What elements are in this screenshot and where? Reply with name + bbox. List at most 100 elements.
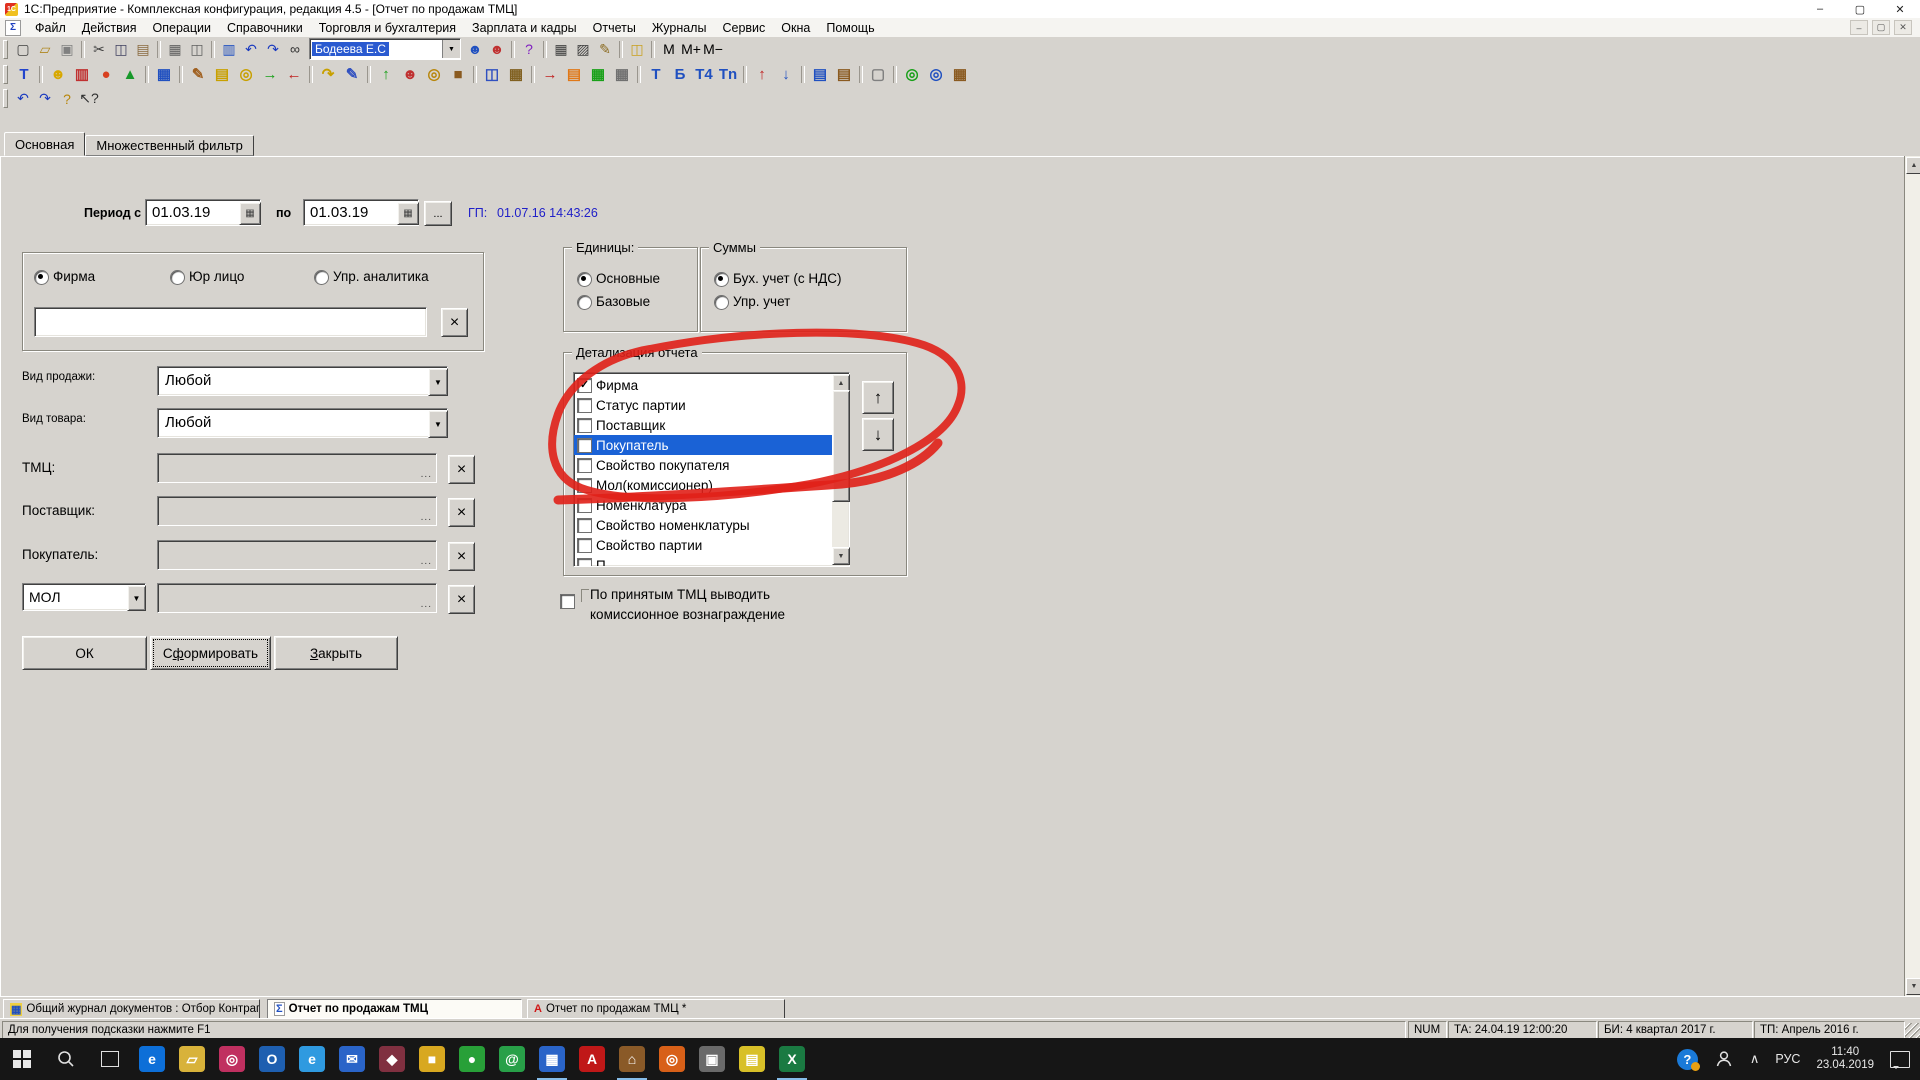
checkbox[interactable] (577, 538, 592, 553)
commission-checkbox[interactable] (560, 594, 575, 609)
ok-button[interactable]: ОК (22, 636, 147, 670)
radio-accounting-vat[interactable] (714, 272, 729, 287)
ellipsis-button[interactable]: ... (421, 599, 432, 610)
start-button[interactable] (0, 1038, 44, 1080)
toolbar-icon[interactable] (859, 66, 863, 83)
scroll-up-icon[interactable]: ▲ (1906, 157, 1920, 174)
radio-firm[interactable] (34, 270, 49, 285)
toolbar-icon[interactable]: ✎ (186, 63, 210, 85)
toolbar-icon[interactable] (39, 66, 43, 83)
tmc-input[interactable]: ... (157, 453, 437, 483)
toolbar-icon[interactable]: ? (56, 89, 78, 109)
mdi-restore-button[interactable]: ▢ (1872, 20, 1890, 35)
mdi-tab-journal[interactable]: ▦ Общий журнал документов : Отбор Контра… (3, 999, 260, 1019)
scrollbar-thumb[interactable] (832, 390, 850, 502)
toolbar-icon[interactable]: ▥ (218, 39, 240, 59)
chevron-down-icon[interactable]: ▼ (442, 40, 460, 58)
toolbar-icon[interactable]: ▢ (866, 63, 890, 85)
detail-list-scrollbar[interactable]: ▲ ▼ (832, 374, 848, 565)
taskbar-app-icon[interactable]: ✉ (332, 1038, 372, 1080)
toolbar-icon[interactable]: ◫ (110, 39, 132, 59)
toolbar-icon[interactable] (743, 66, 747, 83)
mdi-tab-report-2[interactable]: A Отчет по продажам ТМЦ * (527, 999, 785, 1019)
checkbox[interactable] (577, 518, 592, 533)
toolbar-icon[interactable]: Т (12, 63, 36, 85)
detail-list-item[interactable]: П (574, 555, 849, 567)
toolbar-icon[interactable]: ◎ (900, 63, 924, 85)
checkbox[interactable] (577, 458, 592, 473)
sale-kind-combo[interactable]: Любой (157, 366, 448, 396)
toolbar-icon[interactable]: ☻ (486, 39, 508, 59)
menu-item[interactable]: Файл (27, 18, 74, 37)
detail-list-item[interactable]: Поставщик (574, 415, 849, 435)
toolbar-icon[interactable] (145, 66, 149, 83)
taskbar-app-icon[interactable]: ▦ (532, 1038, 572, 1080)
toolbar-icon[interactable]: ▱ (34, 39, 56, 59)
taskbar-app-icon[interactable]: ▤ (732, 1038, 772, 1080)
taskbar-clock[interactable]: 11:40 23.04.2019 (1816, 1046, 1874, 1072)
taskbar-app-icon[interactable]: O (252, 1038, 292, 1080)
toolbar-icon[interactable] (637, 66, 641, 83)
toolbar-icon[interactable]: М+ (680, 39, 702, 59)
menu-item[interactable]: Операции (145, 18, 219, 37)
calendar-icon[interactable]: ▦ (239, 202, 261, 225)
mdi-tab-report-active[interactable]: Σ Отчет по продажам ТМЦ (267, 999, 522, 1019)
tray-chevron-icon[interactable]: ∧ (1750, 1051, 1760, 1067)
toolbar-icon[interactable] (367, 66, 371, 83)
toolbar-icon[interactable]: Т (644, 63, 668, 85)
menu-item[interactable]: Отчеты (585, 18, 644, 37)
taskbar-app-icon[interactable]: ◆ (372, 1038, 412, 1080)
people-icon[interactable] (1714, 1049, 1734, 1069)
toolbar-icon[interactable]: ▦ (550, 39, 572, 59)
menu-item[interactable]: Сервис (714, 18, 773, 37)
help-notification-icon[interactable]: ? (1677, 1049, 1698, 1070)
toolbar-icon[interactable]: ↓ (774, 63, 798, 85)
toolbar-icon[interactable]: ↑ (374, 63, 398, 85)
buyer-input[interactable]: ... (157, 540, 437, 570)
tmc-clear-button[interactable]: × (448, 455, 475, 484)
supplier-clear-button[interactable]: × (448, 498, 475, 527)
detail-list-item[interactable]: Номенклатура (574, 495, 849, 515)
detail-list-item[interactable]: Фирма (574, 375, 849, 395)
toolbar-icon[interactable]: Т4 (692, 63, 716, 85)
chevron-down-icon[interactable]: ▼ (127, 585, 146, 611)
goods-kind-combo[interactable]: Любой (157, 408, 448, 438)
entity-clear-button[interactable]: × (441, 308, 468, 337)
taskbar-app-icon[interactable]: @ (492, 1038, 532, 1080)
toolbar-icon[interactable]: ∞ (284, 39, 306, 59)
buyer-clear-button[interactable]: × (448, 542, 475, 571)
radio-units-main[interactable] (577, 272, 592, 287)
toolbar-icon[interactable]: Тn (716, 63, 740, 85)
tab-multi-filter[interactable]: Множественный фильтр (85, 135, 254, 156)
move-down-button[interactable]: ↓ (862, 418, 894, 451)
checkbox[interactable] (577, 438, 592, 453)
toolbar-icon[interactable]: ▦ (610, 63, 634, 85)
toolbar-icon[interactable]: ← (282, 63, 306, 85)
toolbar-handle[interactable] (3, 40, 8, 59)
toolbar-icon[interactable]: ↷ (34, 89, 56, 109)
menu-item[interactable]: Журналы (644, 18, 715, 37)
checkbox[interactable] (577, 498, 592, 513)
form-scrollbar[interactable]: ▲ ▼ (1904, 156, 1920, 996)
detail-list-item[interactable]: Статус партии (574, 395, 849, 415)
tab-main[interactable]: Основная (4, 132, 85, 156)
action-center-icon[interactable] (1890, 1051, 1910, 1068)
toolbar-icon[interactable]: ▤ (832, 63, 856, 85)
toolbar-icon[interactable] (211, 41, 215, 58)
toolbar-icon[interactable] (801, 66, 805, 83)
toolbar-icon[interactable]: ✂ (88, 39, 110, 59)
supplier-input[interactable]: ... (157, 496, 437, 526)
menu-item[interactable]: Действия (74, 18, 145, 37)
mol-value-input[interactable]: ... (157, 583, 437, 613)
toolbar-icon[interactable]: ◎ (924, 63, 948, 85)
toolbar-icon[interactable]: ◎ (234, 63, 258, 85)
scroll-down-icon[interactable]: ▼ (1906, 978, 1920, 995)
toolbar-icon[interactable]: ? (518, 39, 540, 59)
taskbar-app-icon[interactable]: ◎ (652, 1038, 692, 1080)
toolbar-icon[interactable] (157, 41, 161, 58)
taskbar-app-icon[interactable]: ▱ (172, 1038, 212, 1080)
generate-button[interactable]: Сформировать (150, 636, 271, 670)
chevron-down-icon[interactable]: ▼ (428, 368, 448, 396)
mdi-minimize-button[interactable]: – (1850, 20, 1868, 35)
ellipsis-button[interactable]: ... (421, 469, 432, 480)
